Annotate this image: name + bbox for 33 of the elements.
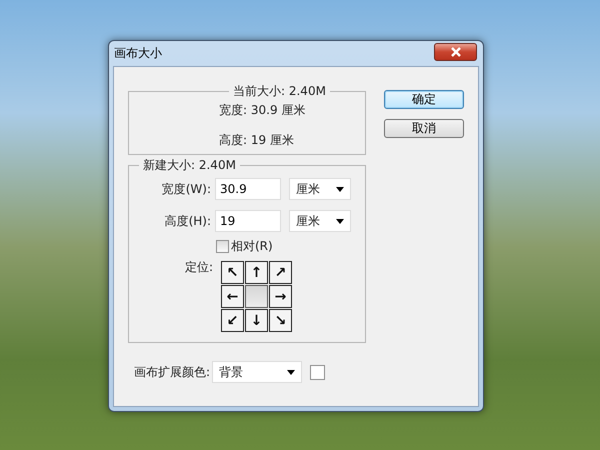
field-label: 宽度(W): (160, 180, 211, 198)
anchor-cell[interactable]: ↙ (221, 309, 244, 332)
current-height-text: 高度: 19 厘米 (219, 132, 295, 149)
group-legend: 当前大小: 2.40M (229, 83, 330, 100)
dialog-button[interactable]: 确定 (384, 90, 464, 109)
anchor-cell[interactable]: ↑ (245, 261, 268, 284)
close-icon (450, 46, 462, 56)
checkbox[interactable] (216, 240, 229, 253)
close-button[interactable] (434, 42, 477, 60)
checkbox-label: 相对(R) (231, 238, 273, 255)
field-label: 高度(H): (164, 212, 211, 230)
caret-icon (287, 370, 296, 374)
extension-color-label: 画布扩展颜色: (134, 364, 210, 380)
anchor-label: 定位: (185, 259, 214, 276)
unit-dropdown[interactable]: 厘米 (289, 178, 351, 200)
unit-dropdown[interactable]: 厘米 (289, 210, 351, 232)
color-dropdown[interactable]: 背景 (212, 361, 302, 383)
dialog-button[interactable]: 取消 (384, 119, 464, 138)
anchor-cell[interactable] (245, 285, 268, 308)
anchor-cell[interactable]: → (269, 285, 292, 308)
anchor-cell[interactable]: ↗ (269, 261, 292, 284)
color-swatch[interactable] (310, 364, 326, 380)
input-field[interactable]: 30.9 (215, 178, 281, 200)
anchor-cell[interactable]: ↖ (221, 261, 244, 284)
caret-icon (336, 218, 344, 224)
current-width-text: 宽度: 30.9 厘米 (219, 102, 306, 119)
window-title: 画布大小 (114, 45, 162, 62)
group-legend: 新建大小: 2.40M (139, 157, 240, 174)
anchor-cell[interactable]: ← (221, 285, 244, 308)
caret-icon (336, 186, 344, 192)
input-field[interactable]: 19 (215, 210, 281, 232)
anchor-cell[interactable]: ↓ (245, 309, 268, 332)
anchor-cell[interactable]: ↘ (269, 309, 292, 332)
